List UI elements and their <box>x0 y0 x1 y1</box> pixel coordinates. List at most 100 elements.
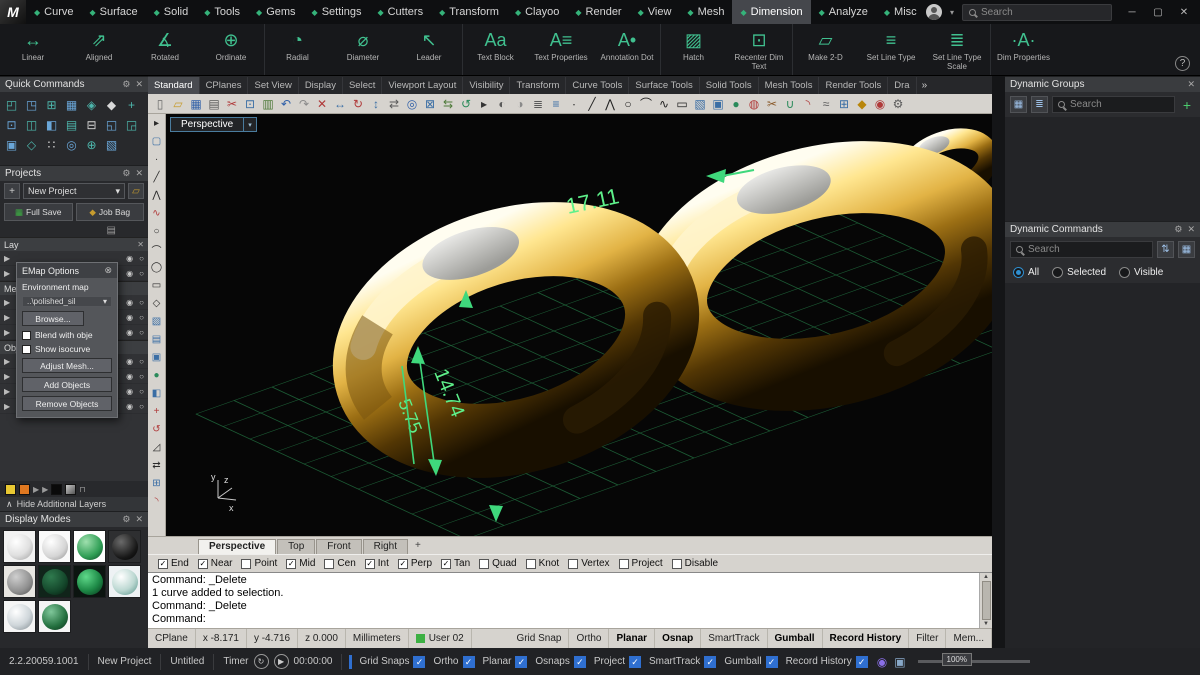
rotate-tool-icon[interactable]: ↺ <box>149 422 164 436</box>
toggle-osnaps[interactable]: Osnaps ✓ <box>535 655 586 668</box>
dim-properties-button[interactable]: ·A· Dim Properties <box>990 24 1056 75</box>
viewport-title[interactable]: Perspective <box>170 117 245 132</box>
osnap-vertex[interactable]: ✓ Vertex <box>568 558 610 569</box>
curve-tool-icon[interactable]: ∿ <box>149 206 164 220</box>
status-user[interactable]: User 02 <box>409 629 472 648</box>
expand-icon[interactable]: ▶ <box>4 254 10 263</box>
polyline-icon[interactable]: ⋀ <box>601 95 619 112</box>
sphere-icon[interactable]: ● <box>727 95 745 112</box>
scale-tool-icon[interactable]: ◿ <box>149 440 164 454</box>
status-osnap[interactable]: Osnap <box>655 629 702 648</box>
toggle-smarttrack[interactable]: SmartTrack ✓ <box>649 655 717 668</box>
toggle-record-history[interactable]: Record History ✓ <box>786 655 868 668</box>
status-memory[interactable]: Mem... <box>946 629 992 648</box>
perspective-viewport[interactable]: 17.11 14.74 5.75 y z x Perspective ▾ <box>166 114 992 536</box>
visibility-icon[interactable]: ◉ <box>126 254 133 263</box>
recenter-dim-text-button[interactable]: ⊡ Recenter Dim Text <box>726 24 792 75</box>
polygon-tool-icon[interactable]: ◇ <box>149 296 164 310</box>
tab-surface-tools[interactable]: Surface Tools <box>629 77 700 94</box>
quick-command-icon[interactable]: ⊡ <box>2 115 21 134</box>
trim-icon[interactable]: ✂ <box>763 95 781 112</box>
curve-icon[interactable]: ∿ <box>655 95 673 112</box>
status-z[interactable]: z 0.000 <box>298 629 346 648</box>
tab-curve-tools[interactable]: Curve Tools <box>566 77 630 94</box>
menu-mesh[interactable]: ◆ Mesh <box>679 0 732 24</box>
status-smarttrack[interactable]: SmartTrack <box>701 629 768 648</box>
osnap-int[interactable]: ✓ Int <box>364 558 389 569</box>
sort-icon[interactable]: ⇅ <box>1157 241 1174 258</box>
radio-visible[interactable]: Visible <box>1119 267 1163 278</box>
fillet-icon[interactable]: ◝ <box>799 95 817 112</box>
display-mode-pen-dark-green[interactable] <box>38 565 71 598</box>
hide-additional-layers[interactable]: ∧ Hide Additional Layers <box>0 497 148 511</box>
select-icon[interactable]: ▸ <box>475 95 493 112</box>
global-search[interactable] <box>962 3 1112 21</box>
visibility-icon[interactable]: ◉ <box>126 298 133 307</box>
osnap-cen[interactable]: ✓ Cen <box>324 558 356 569</box>
osnap-tan[interactable]: ✓ Tan <box>441 558 470 569</box>
viewport-tab-right[interactable]: Right <box>362 539 408 554</box>
join-icon[interactable]: ∪ <box>781 95 799 112</box>
visibility-icon[interactable]: ◉ <box>126 269 133 278</box>
close-icon[interactable]: ⊗ <box>104 265 112 275</box>
menu-transform[interactable]: ◆ Transform <box>431 0 507 24</box>
maximize-button[interactable]: ▢ <box>1146 3 1170 21</box>
text-block-button[interactable]: Aa Text Block <box>462 24 528 75</box>
visibility-icon[interactable]: ◉ <box>126 357 133 366</box>
display-mode-shaded-white[interactable] <box>38 530 71 563</box>
rectangle-tool-icon[interactable]: ▭ <box>149 278 164 292</box>
add-project-button[interactable]: + <box>4 183 20 199</box>
osnap-perp[interactable]: ✓ Perp <box>397 558 432 569</box>
zoom-value[interactable]: 100% <box>941 653 972 666</box>
lock-icon[interactable]: ○ <box>139 269 144 278</box>
list-view-icon[interactable]: ≣ <box>1031 96 1048 113</box>
menu-curve[interactable]: ◆ Curve <box>26 0 82 24</box>
gear-icon[interactable]: ⚙ <box>122 514 130 525</box>
quick-command-icon[interactable]: ◲ <box>122 115 141 134</box>
viewport-tab-top[interactable]: Top <box>277 539 316 554</box>
diameter-dimension-button[interactable]: ⌀ Diameter <box>330 24 396 75</box>
menu-gems[interactable]: ◆ Gems <box>248 0 304 24</box>
leader-button[interactable]: ↖ Leader <box>396 24 462 75</box>
ellipse-tool-icon[interactable]: ◯ <box>149 260 164 274</box>
loft-tool-icon[interactable]: ▤ <box>149 332 164 346</box>
osnap-point[interactable]: ✓ Point <box>241 558 277 569</box>
set-line-type-button[interactable]: ≡ Set Line Type <box>858 24 924 75</box>
radio-all[interactable]: All <box>1013 267 1039 278</box>
viewport-menu-caret-icon[interactable]: ▾ <box>244 117 257 132</box>
show-icon[interactable]: ◑ <box>511 95 529 112</box>
mirror-icon[interactable]: ⇄ <box>385 95 403 112</box>
play-icon[interactable]: ▶ <box>42 485 48 494</box>
gear-icon[interactable]: ⚙ <box>122 168 130 179</box>
scale-icon[interactable]: ↕ <box>367 95 385 112</box>
point-icon[interactable]: ∙ <box>565 95 583 112</box>
quick-command-icon[interactable]: ◧ <box>42 115 61 134</box>
text-properties-button[interactable]: A≡ Text Properties <box>528 24 594 75</box>
quick-command-icon[interactable]: ◳ <box>22 95 41 114</box>
timer-reset-button[interactable]: ↻ <box>253 654 269 669</box>
tab-visibility[interactable]: Visibility <box>463 77 511 94</box>
radial-dimension-button[interactable]: ◔ Radial <box>264 24 330 75</box>
scroll-thumb[interactable] <box>981 581 991 620</box>
menu-render[interactable]: ◆ Render <box>567 0 629 24</box>
osnap-quad[interactable]: ✓ Quad <box>479 558 517 569</box>
gear-icon[interactable]: ⚙ <box>1174 224 1182 235</box>
box-tool-icon[interactable]: ▣ <box>149 350 164 364</box>
menu-cutters[interactable]: ◆ Cutters <box>369 0 431 24</box>
menu-dimension[interactable]: ◆ Dimension <box>732 0 811 24</box>
color-swatch[interactable] <box>19 483 30 495</box>
save-icon[interactable]: ▦ <box>187 95 205 112</box>
osnap-end[interactable]: ✓ End <box>158 558 189 569</box>
command-scrollbar[interactable]: ▲ ▼ <box>979 573 992 628</box>
viewport-canvas[interactable]: 17.11 14.74 5.75 y z x <box>166 114 992 536</box>
lock-icon[interactable]: ○ <box>139 387 144 396</box>
osnap-near[interactable]: ✓ Near <box>197 558 232 569</box>
mirror-tool-icon[interactable]: ⇄ <box>149 458 164 472</box>
zoom-slider[interactable]: 100% <box>917 653 1030 666</box>
expand-icon[interactable]: ▶ <box>4 372 10 381</box>
open-file-icon[interactable]: ▱ <box>169 95 187 112</box>
move-tool-icon[interactable]: + <box>149 404 164 418</box>
expand-icon[interactable]: ▶ <box>4 269 10 278</box>
quick-command-icon[interactable]: ◈ <box>82 95 101 114</box>
notification-icon[interactable]: ◉ <box>877 655 887 669</box>
